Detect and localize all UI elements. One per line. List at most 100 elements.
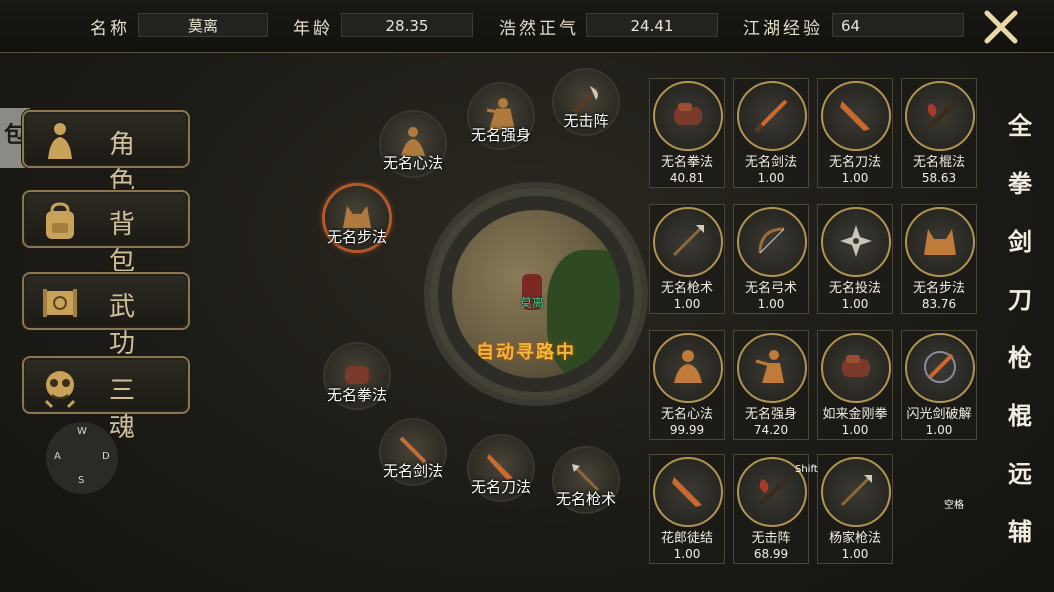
bow-icon — [758, 227, 785, 254]
skill-name: 无击阵 — [751, 531, 791, 546]
blade-icon — [672, 477, 702, 507]
orbit-skill-sword[interactable]: 无名剑法 — [381, 420, 445, 484]
role-label: 角色 — [109, 130, 150, 197]
skill-level: 1.00 — [841, 423, 869, 437]
skill-card[interactable]: 无名投法 1.00 — [817, 204, 893, 314]
top-bar: 名称 莫离 年龄 28.35 浩然正气 24.41 江湖经验 64 — [0, 0, 1054, 53]
martial-arts-button[interactable]: 武功 — [22, 272, 190, 359]
exp-value: 64 — [832, 13, 964, 37]
skill-name: 无名弓术 — [744, 281, 797, 296]
skill-card[interactable]: 无名弓术 1.00 — [733, 204, 809, 314]
righteous-value: 24.41 — [586, 13, 718, 37]
dpad-left[interactable]: A — [54, 451, 61, 462]
skill-card[interactable]: 如来金刚拳 1.00 — [817, 330, 893, 440]
skill-icon-frame — [737, 81, 807, 151]
movement-dpad[interactable]: W A D S — [46, 422, 118, 494]
skill-level: 58.63 — [921, 171, 957, 185]
skill-icon-frame — [821, 333, 891, 403]
spear-icon — [672, 225, 704, 257]
dpad-up[interactable]: W — [77, 426, 87, 437]
age-value: 28.35 — [341, 13, 473, 37]
skill-card[interactable]: 无名强身 74.20 — [733, 330, 809, 440]
flash-sword-icon — [924, 351, 956, 383]
skill-icon-frame — [905, 333, 975, 403]
filter-support[interactable]: 辅 — [1000, 512, 1040, 570]
role-button[interactable]: 角色 — [22, 110, 190, 197]
skill-level: 1.00 — [841, 297, 869, 311]
shuriken-icon — [840, 225, 872, 257]
filter-spear[interactable]: 枪 — [1000, 338, 1040, 396]
skill-level: 99.99 — [669, 423, 705, 437]
player-name-tag: 莫离 — [520, 296, 545, 310]
skill-icon-frame — [653, 81, 723, 151]
skill-level: 1.00 — [673, 547, 701, 561]
skill-icon-frame — [653, 457, 723, 527]
skill-level: 1.00 — [841, 171, 869, 185]
character-icon — [48, 123, 72, 159]
orbit-skill-spear[interactable]: 无名枪术 — [554, 448, 618, 512]
martial-pose-icon — [755, 350, 784, 383]
skill-icon-frame — [737, 207, 807, 277]
filter-staff[interactable]: 棍 — [1000, 396, 1040, 454]
skill-name: 无名剑法 — [744, 155, 797, 170]
filter-blade[interactable]: 刀 — [1000, 280, 1040, 338]
skill-level: 1.00 — [925, 423, 953, 437]
skill-icon-frame — [821, 81, 891, 151]
orbit-skill-heart-method[interactable]: 无名心法 — [381, 112, 445, 176]
minimap-view[interactable]: 莫离 自动寻路中 — [452, 210, 620, 378]
skill-card[interactable]: 无名拳法 40.81 — [649, 78, 725, 188]
skill-card[interactable]: 无名步法 83.76 — [901, 204, 977, 314]
dpad-down[interactable]: S — [78, 475, 84, 486]
age-label: 年龄 — [293, 19, 333, 39]
skill-icon-frame — [653, 333, 723, 403]
skill-level: 74.20 — [753, 423, 789, 437]
three-souls-button[interactable]: 三魂 — [22, 356, 190, 443]
axe-staff-icon — [758, 477, 788, 507]
skill-card[interactable]: 闪光剑破解 1.00 — [901, 330, 977, 440]
orbit-skill-fist[interactable]: 无名拳法 — [325, 344, 389, 408]
backpack-label: 背包 — [109, 210, 150, 277]
filter-sword[interactable]: 剑 — [1000, 222, 1040, 280]
skill-level: 1.00 — [673, 297, 701, 311]
orbit-skill-footwork[interactable]: 无名步法 — [325, 186, 389, 250]
skill-card[interactable]: 无名棍法 58.63 — [901, 78, 977, 188]
backpack-icon — [46, 202, 74, 239]
skill-icon-frame — [905, 81, 975, 151]
backpack-button[interactable]: 背包 — [22, 190, 190, 277]
spear-icon — [840, 475, 872, 507]
dpad-right[interactable]: D — [102, 451, 110, 462]
skill-card[interactable]: 无名枪术 1.00 — [649, 204, 725, 314]
wolf-icon — [924, 229, 956, 255]
skill-name: 无名枪术 — [660, 281, 713, 296]
minimap-ring: 莫离 自动寻路中 — [430, 188, 642, 400]
close-icon[interactable] — [982, 8, 1020, 46]
skill-card[interactable]: 杨家枪法 1.00 — [817, 454, 893, 564]
skill-name: 闪光剑破解 — [906, 407, 972, 422]
skill-level: 40.81 — [669, 171, 705, 185]
skill-card[interactable]: 无名刀法 1.00 — [817, 78, 893, 188]
skill-icon-frame — [653, 207, 723, 277]
skill-level: 1.00 — [841, 547, 869, 561]
axe-staff-icon — [926, 101, 956, 131]
skill-level: 68.99 — [753, 547, 789, 561]
skill-icon-frame — [905, 207, 975, 277]
meditation-icon — [674, 350, 702, 383]
skill-card[interactable]: 无名剑法 1.00 — [733, 78, 809, 188]
filter-all[interactable]: 全 — [1000, 106, 1040, 164]
skill-card[interactable]: 花郎徒结 1.00 — [649, 454, 725, 564]
space-hotkey: 空格 — [944, 500, 964, 511]
soul-mask-icon — [44, 371, 76, 409]
skill-name: 无名步法 — [912, 281, 965, 296]
name-value: 莫离 — [138, 13, 268, 37]
skill-level: 83.76 — [921, 297, 957, 311]
shift-hotkey: Shift — [795, 464, 818, 475]
skill-card[interactable]: 无名心法 99.99 — [649, 330, 725, 440]
blade-icon — [840, 101, 870, 131]
skill-level: 1.00 — [757, 171, 785, 185]
filter-ranged[interactable]: 远 — [1000, 454, 1040, 512]
three-souls-label: 三魂 — [109, 376, 150, 443]
skill-name: 无名心法 — [660, 407, 713, 422]
orbit-skill-formation[interactable]: 无击阵 — [554, 70, 618, 134]
skill-name: 无名刀法 — [828, 155, 881, 170]
filter-fist[interactable]: 拳 — [1000, 164, 1040, 222]
